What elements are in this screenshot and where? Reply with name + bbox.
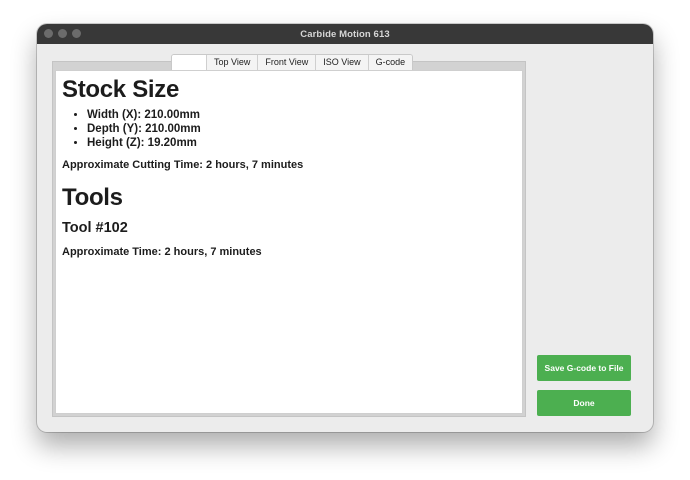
stock-size-heading: Stock Size <box>62 76 180 103</box>
tab-summary[interactable] <box>172 55 206 70</box>
window-controls <box>44 29 81 38</box>
dimension-depth: Depth (Y): 210.00mm <box>87 122 522 136</box>
stock-dimensions-list: Width (X): 210.00mm Depth (Y): 210.00mm … <box>62 108 522 150</box>
summary-panel: Stock Size Width (X): 210.00mm Depth (Y)… <box>52 61 526 417</box>
done-button[interactable]: Done <box>537 390 631 416</box>
tab-front-view[interactable]: Front View <box>257 55 316 70</box>
tab-top-view[interactable]: Top View <box>206 55 258 70</box>
save-gcode-button[interactable]: Save G-code to File <box>537 355 631 381</box>
tools-heading: Tools <box>62 184 123 211</box>
minimize-window-icon[interactable] <box>58 29 67 38</box>
dimension-width: Width (X): 210.00mm <box>87 108 522 122</box>
tool-name: Tool #102 <box>62 220 128 236</box>
approx-cutting-time: Approximate Cutting Time: 2 hours, 7 min… <box>62 159 304 171</box>
title-bar: Carbide Motion 613 <box>37 24 653 44</box>
window-title: Carbide Motion 613 <box>300 28 390 40</box>
zoom-window-icon[interactable] <box>72 29 81 38</box>
app-window: Carbide Motion 613 Stock Size Width (X):… <box>37 24 653 432</box>
summary-content: Stock Size Width (X): 210.00mm Depth (Y)… <box>55 70 523 414</box>
tab-gcode[interactable]: G-code <box>367 55 413 70</box>
tool-approx-time: Approximate Time: 2 hours, 7 minutes <box>62 246 262 258</box>
tab-iso-view[interactable]: ISO View <box>315 55 368 70</box>
dimension-height: Height (Z): 19.20mm <box>87 136 522 150</box>
view-tab-bar: Top View Front View ISO View G-code <box>171 54 414 70</box>
close-window-icon[interactable] <box>44 29 53 38</box>
